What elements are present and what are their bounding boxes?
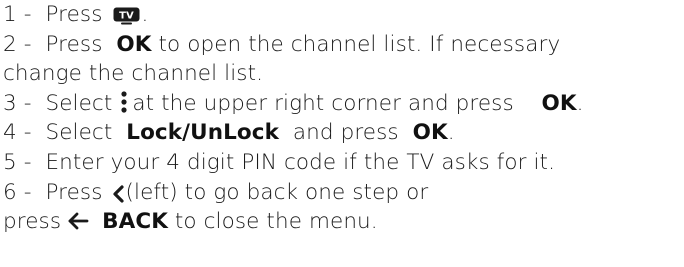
step-text: (left) to go back one step or: [125, 179, 429, 205]
step-text: Select: [45, 120, 113, 146]
ok-key-label: OK: [541, 90, 577, 116]
arrow-left-icon: [67, 210, 89, 230]
ok-key-label: OK: [412, 120, 448, 146]
step-number: 6 -: [3, 179, 32, 205]
step-text: .: [576, 90, 584, 116]
tv-icon-label: TV: [119, 11, 134, 22]
step-2-continued: change the channel list.: [3, 59, 681, 89]
ok-key-label: OK: [116, 31, 152, 57]
instructions: 1 - Press TV. 2 - Press OK to open the ch…: [3, 0, 681, 237]
step-6: 6 - Press (left) to go back one step or: [3, 178, 681, 208]
chevron-left-icon: [111, 182, 125, 203]
step-text: .: [447, 120, 455, 146]
step-5: 5 - Enter your 4 digit PIN code if the T…: [3, 148, 681, 178]
step-number: 1 -: [3, 2, 32, 27]
step-number: 5 -: [3, 149, 32, 175]
step-text: Press: [45, 179, 103, 205]
step-text: Press: [45, 31, 103, 57]
step-text: and press: [292, 120, 399, 146]
step-text: Select: [45, 90, 113, 116]
vertical-dots-icon: [118, 90, 130, 114]
step-4: 4 - Select Lock/UnLock and press OK.: [3, 118, 681, 148]
step-number: 2 -: [3, 31, 32, 57]
step-text: to open the channel list. If necessary: [158, 31, 561, 57]
step-text: to close the menu.: [174, 209, 378, 235]
step-3: 3 - Select at the upper right corner and …: [3, 89, 681, 119]
step-text: Press: [45, 2, 103, 27]
step-text: at the upper right corner and press: [132, 90, 514, 116]
back-key-label: BACK: [102, 209, 168, 235]
step-number: 4 -: [3, 120, 32, 146]
step-text: .: [141, 2, 149, 27]
step-text: press: [3, 209, 62, 235]
lock-unlock-label: Lock/UnLock: [126, 120, 280, 146]
step-number: 3 -: [3, 90, 32, 116]
step-6-continued: press BACK to close the menu.: [3, 207, 681, 237]
tv-icon: TV: [113, 4, 140, 25]
step-text: Enter your 4 digit PIN code if the TV as…: [45, 149, 556, 175]
step-text: change the channel list.: [3, 61, 264, 87]
step-2: 2 - Press OK to open the channel list. I…: [3, 30, 681, 60]
step-1: 1 - Press TV.: [3, 0, 681, 30]
